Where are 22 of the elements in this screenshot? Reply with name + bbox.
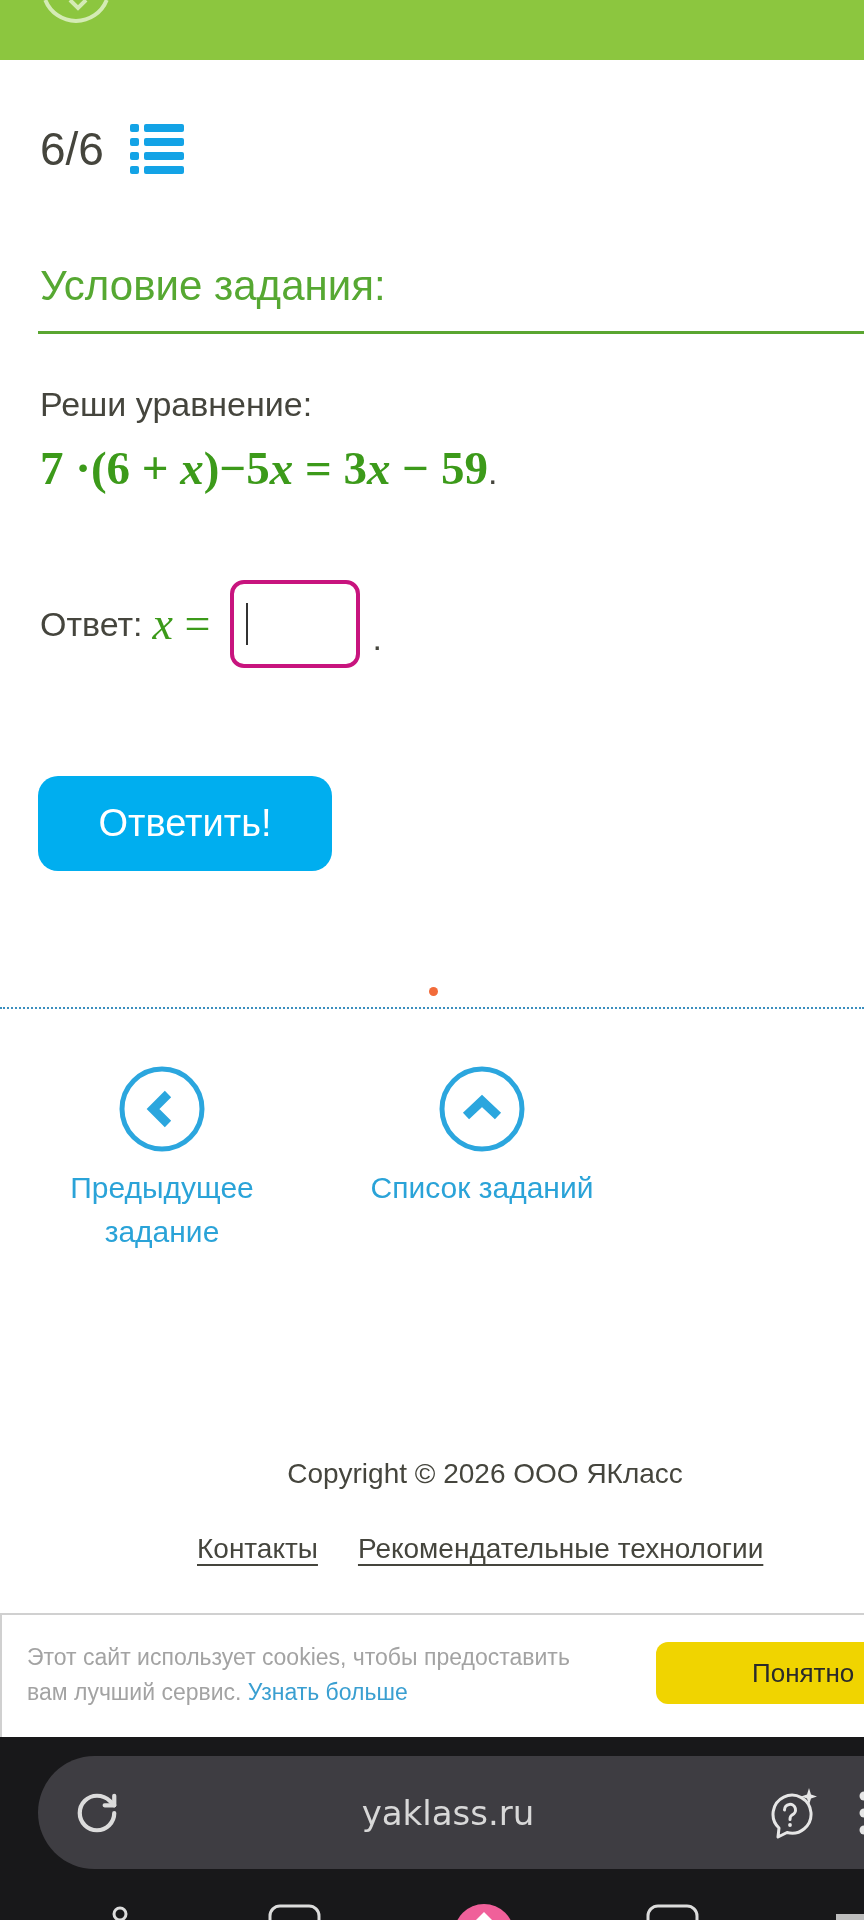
answer-label: Ответ: (40, 604, 143, 644)
address-bar[interactable]: yaklass.ru (38, 1756, 864, 1869)
equation: 7 ·(6 + x)−5x = 3x − 59 (40, 441, 488, 496)
url-text: yaklass.ru (360, 1791, 536, 1835)
chevron-left-circle-icon[interactable] (119, 1066, 205, 1152)
person-icon[interactable] (111, 1904, 129, 1920)
chevron-up-circle-icon[interactable] (439, 1066, 525, 1152)
footer-link[interactable]: Контакты (197, 1529, 318, 1569)
task-counter: 6/6 (40, 122, 104, 177)
cookie-notice: Этот сайт использует cookies, чтобы предоставить вам лучший сервис. Узнать больше (27, 1643, 571, 1707)
answer-variable: x = (152, 597, 211, 651)
answer-period: . (372, 618, 382, 658)
accept-button[interactable]: Понятно (656, 1642, 864, 1704)
answer-field[interactable] (230, 580, 361, 668)
task-instruction: Реши уравнение: (40, 384, 313, 424)
menu-dots-icon[interactable] (858, 1790, 864, 1835)
footer-link[interactable]: Рекомендательные технологии (357, 1529, 764, 1569)
equation-period: . (487, 452, 498, 492)
text-cursor-icon (246, 603, 249, 645)
task-list-icon[interactable] (129, 124, 184, 174)
section-title: Условие задания: (40, 261, 386, 311)
copyright-text: Copyright © 2026 ООО ЯКласс (287, 1457, 683, 1491)
